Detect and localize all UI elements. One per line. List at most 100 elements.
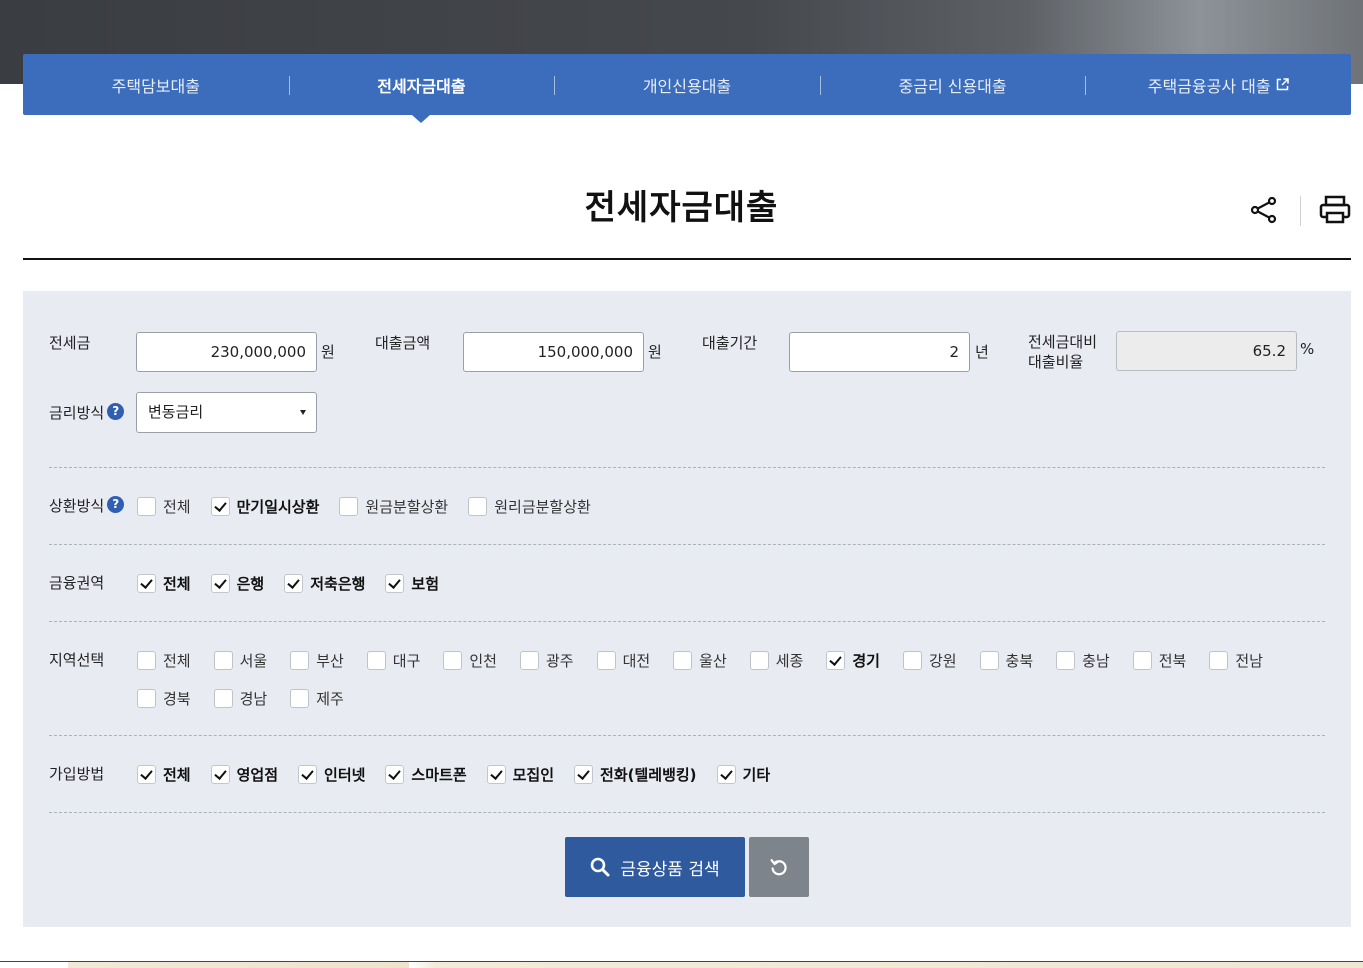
reset-button[interactable] [749, 837, 809, 897]
checkbox-box [468, 496, 488, 516]
option-label: 인천 [469, 651, 497, 670]
option-label: 원금분할상환 [365, 497, 449, 516]
checkbox-box [1056, 650, 1076, 670]
share-button[interactable] [1248, 193, 1280, 227]
checkbox-repayment-all[interactable]: 전체 [137, 494, 191, 518]
option-label: 제주 [316, 689, 344, 708]
option-label: 전체 [163, 765, 191, 784]
tab-hf-loan[interactable]: 주택금융공사 대출 [1085, 54, 1351, 115]
option-label: 스마트폰 [411, 765, 467, 784]
option-label: 저축은행 [310, 574, 366, 593]
option-label: 영업점 [236, 765, 279, 784]
tab-jeonse-loan[interactable]: 전세자금대출 [288, 54, 555, 123]
search-products-button[interactable]: 금융상품 검색 [565, 837, 745, 897]
checkbox-region-gyeongbuk[interactable]: 경북 [137, 686, 214, 710]
option-label: 부산 [316, 651, 344, 670]
checkbox-repayment-equal[interactable]: 원리금분할상환 [468, 494, 591, 518]
checkbox-region-seoul[interactable]: 서울 [213, 648, 291, 672]
checkbox-region-jeonbuk[interactable]: 전북 [1132, 648, 1210, 672]
checkbox-join-branch[interactable]: 영업점 [210, 762, 279, 786]
rate-type-label: 금리방식? [49, 403, 125, 423]
deposit-label: 전세금 [49, 334, 91, 352]
option-label: 원리금분할상환 [494, 497, 591, 516]
search-button-label: 금융상품 검색 [620, 859, 720, 880]
checkbox-join-all[interactable]: 전체 [137, 762, 191, 786]
checkbox-region-chungbuk[interactable]: 충북 [979, 648, 1057, 672]
checkbox-region-gyeonggi[interactable]: 경기 [826, 648, 903, 672]
checkbox-region-daegu[interactable]: 대구 [366, 648, 444, 672]
checkbox-repayment-bullet[interactable]: 만기일시상환 [210, 494, 319, 518]
option-label: 보험 [411, 574, 440, 593]
option-label: 충남 [1082, 651, 1110, 670]
checkbox-region-busan[interactable]: 부산 [290, 648, 367, 672]
option-label: 기타 [742, 765, 771, 784]
checkbox-region-incheon[interactable]: 인천 [443, 648, 520, 672]
checkbox-region-gwangju[interactable]: 광주 [519, 648, 597, 672]
option-label: 경남 [239, 689, 268, 708]
checkbox-join-internet[interactable]: 인터넷 [298, 762, 365, 786]
checkbox-box [137, 573, 156, 593]
checkbox-join-phone[interactable]: 전화(텔레뱅킹) [574, 762, 697, 786]
section-divider [49, 735, 1325, 736]
checkbox-region-daejeon[interactable]: 대전 [596, 648, 674, 672]
help-icon[interactable]: ? [107, 403, 125, 420]
section-divider [49, 467, 1325, 468]
loan-period-input[interactable] [789, 332, 970, 372]
external-link-icon [1276, 78, 1289, 91]
dropdown-caret-icon [300, 410, 306, 415]
checkbox-region-gyeongnam[interactable]: 경남 [213, 686, 291, 710]
checkbox-region-all[interactable]: 전체 [137, 648, 214, 672]
tab-mid-rate-credit-loan[interactable]: 중금리 신용대출 [819, 54, 1086, 115]
checkbox-repayment-principal[interactable]: 원금분할상환 [339, 494, 448, 518]
region-options: 전체 서울 부산 대구 인천 광주 대전 울산 세종 경기 강원 충북 충남 전… [137, 648, 1362, 710]
checkbox-box [749, 650, 769, 670]
option-label: 전남 [1235, 651, 1263, 670]
checkbox-join-other[interactable]: 기타 [716, 762, 771, 786]
section-divider [49, 812, 1325, 813]
option-label: 강원 [928, 651, 957, 670]
checkbox-sector-insurance[interactable]: 보험 [385, 571, 439, 595]
option-label: 전체 [163, 574, 191, 593]
checkbox-join-agent[interactable]: 모집인 [486, 762, 554, 786]
checkbox-sector-all[interactable]: 전체 [137, 571, 191, 595]
option-label: 세종 [775, 651, 804, 670]
checkbox-region-gangwon[interactable]: 강원 [902, 648, 980, 672]
checkbox-sector-bank[interactable]: 은행 [210, 571, 264, 595]
deposit-unit: 원 [321, 343, 335, 361]
option-label: 경기 [852, 651, 880, 670]
checkbox-join-smartphone[interactable]: 스마트폰 [385, 762, 467, 786]
checkbox-box [443, 650, 463, 670]
sector-options: 전체 은행 저축은행 보험 [137, 571, 459, 595]
ratio-unit: % [1300, 340, 1315, 358]
option-label: 울산 [699, 651, 727, 670]
section-divider [49, 621, 1325, 622]
checkbox-region-ulsan[interactable]: 울산 [673, 648, 750, 672]
loan-period-unit: 년 [975, 343, 989, 361]
option-label: 경북 [163, 689, 191, 708]
checkbox-box [596, 650, 616, 670]
checkbox-region-sejong[interactable]: 세종 [749, 648, 827, 672]
deposit-input[interactable] [136, 332, 317, 372]
checkbox-region-chungnam[interactable]: 충남 [1056, 648, 1133, 672]
checkbox-region-jeju[interactable]: 제주 [290, 686, 367, 710]
search-icon [591, 857, 610, 877]
checkbox-sector-savings-bank[interactable]: 저축은행 [284, 571, 365, 595]
checkbox-box [385, 573, 405, 593]
footer-banner-strip [0, 961, 1363, 968]
tab-personal-credit-loan[interactable]: 개인신용대출 [554, 54, 820, 115]
repayment-label-text: 상환방식 [49, 497, 105, 515]
checkbox-region-jeonnam[interactable]: 전남 [1209, 648, 1286, 672]
section-divider [49, 544, 1325, 545]
option-label: 전화(텔레뱅킹) [600, 765, 697, 784]
ratio-label-line2: 대출비율 [1028, 353, 1084, 371]
help-icon[interactable]: ? [107, 496, 125, 513]
option-label: 대전 [622, 651, 651, 670]
refresh-icon [770, 859, 787, 876]
option-label: 서울 [239, 651, 268, 670]
loan-amount-input[interactable] [463, 332, 644, 372]
tab-mortgage-loan[interactable]: 주택담보대출 [23, 54, 289, 115]
print-button[interactable] [1316, 193, 1356, 227]
checkbox-box [1132, 650, 1152, 670]
rate-type-select[interactable]: 변동금리 [136, 392, 317, 433]
toolbar-divider [1300, 196, 1301, 226]
